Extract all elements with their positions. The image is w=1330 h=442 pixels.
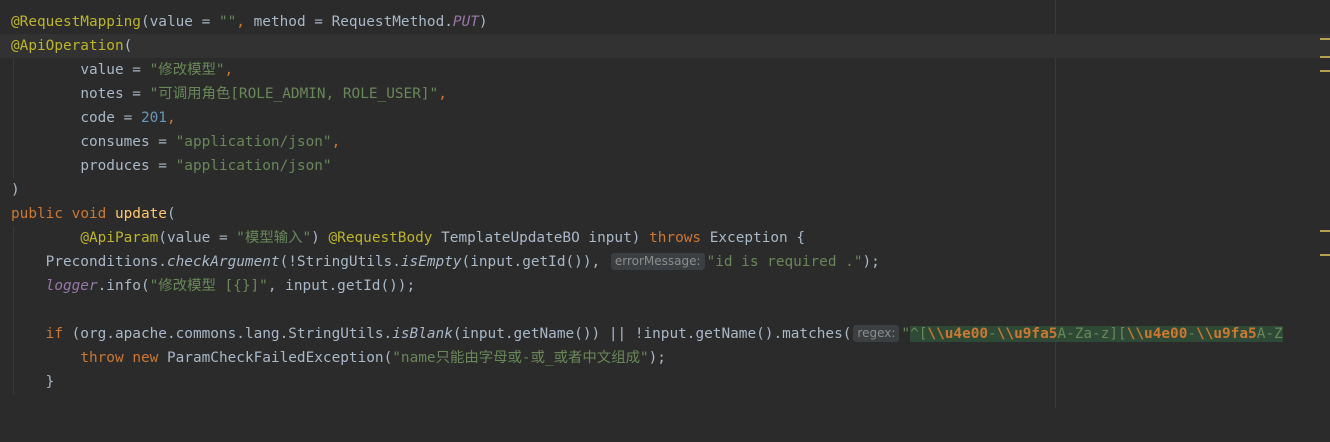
code-line-12[interactable]: logger.info("修改模型 [{}]", input.getId()); [0, 274, 1330, 298]
code-line-4[interactable]: notes = "可调用角色[ROLE_ADMIN, ROLE_USER]", [0, 82, 1330, 106]
code-line-15[interactable]: throw new ParamCheckFailedException("nam… [0, 346, 1330, 370]
parameter-hint: errorMessage: [610, 253, 705, 270]
code-line-3[interactable]: value = "修改模型", [0, 58, 1330, 82]
code-line-14[interactable]: if (org.apache.commons.lang.StringUtils.… [0, 322, 1330, 346]
code-line-7[interactable]: produces = "application/json" [0, 154, 1330, 178]
error-stripe-marker[interactable] [1320, 56, 1330, 58]
code-line-10[interactable]: @ApiParam(value = "模型输入") @RequestBody T… [0, 226, 1330, 250]
regex-fragment: ^[\\u4e00-\\u9fa5A-Za-z][\\u4e00-\\u9fa5… [910, 326, 1283, 342]
error-stripe-marker[interactable] [1320, 38, 1330, 40]
code-line-8[interactable]: ) [0, 178, 1330, 202]
method-name: update [114, 206, 167, 222]
parameter-hint: regex: [853, 325, 900, 342]
error-stripe-marker[interactable] [1320, 230, 1330, 232]
code-line-16[interactable]: } [0, 370, 1330, 394]
code-editor[interactable]: @RequestMapping(value = "", method = Req… [0, 0, 1330, 408]
code-line-9[interactable]: public void update( [0, 202, 1330, 226]
code-line-1[interactable]: @RequestMapping(value = "", method = Req… [0, 10, 1330, 34]
code-line-6[interactable]: consumes = "application/json", [0, 130, 1330, 154]
error-stripe-marker[interactable] [1320, 70, 1330, 72]
code-line-11[interactable]: Preconditions.checkArgument(!StringUtils… [0, 250, 1330, 274]
code-line-5[interactable]: code = 201, [0, 106, 1330, 130]
annotation: @RequestMapping [11, 14, 141, 30]
code-line-2-current[interactable]: @ApiOperation( [0, 34, 1330, 58]
code-line-13-empty[interactable] [0, 298, 1330, 322]
error-stripe-marker[interactable] [1320, 254, 1330, 256]
annotation: @ApiOperation [11, 38, 124, 54]
